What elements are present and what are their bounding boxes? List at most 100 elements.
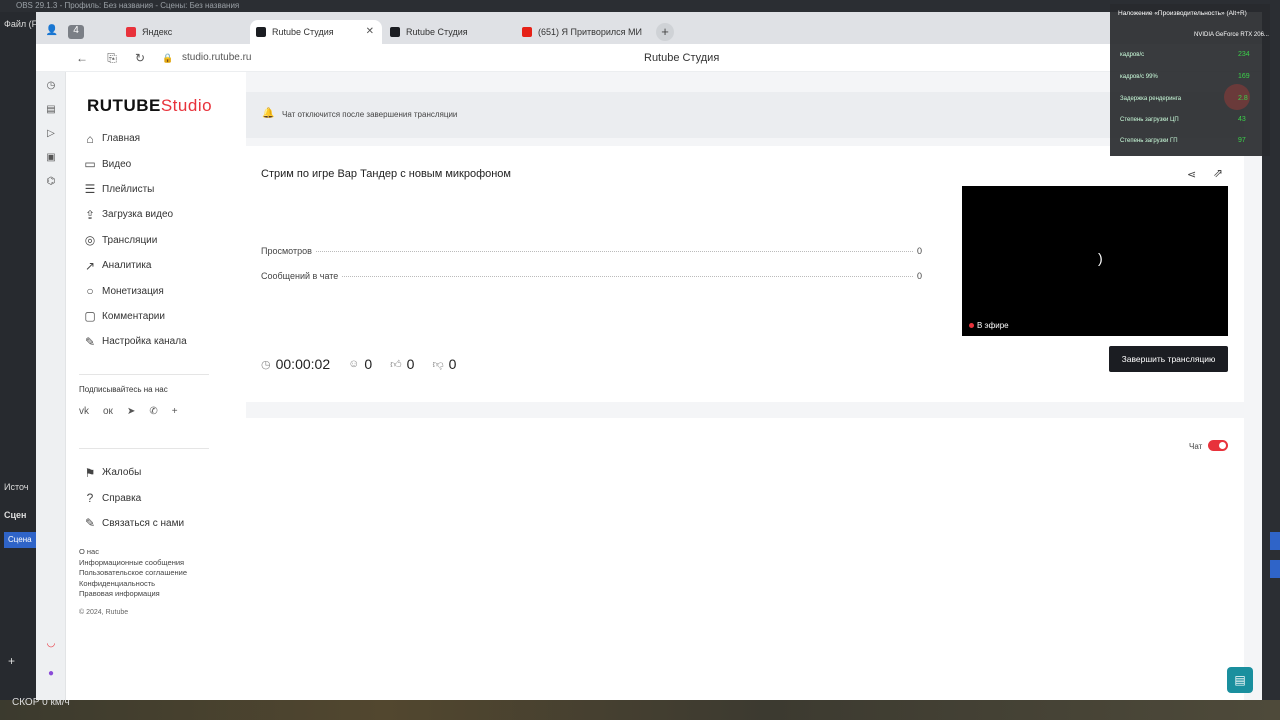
- footer-link[interactable]: Конфиденциальность: [79, 579, 187, 590]
- overlay-metric-label: Степень загрузки ГП: [1120, 138, 1178, 144]
- tab-rutube-studio[interactable]: Rutube Студия: [384, 20, 512, 44]
- sidebar-item-label: Связаться с нами: [102, 517, 185, 529]
- clock-icon: ◷: [261, 358, 271, 371]
- yandex-icon: [126, 27, 136, 37]
- help-icon: ?: [86, 491, 94, 506]
- sidebar-item-upload[interactable]: ⇪ Загрузка видео: [78, 202, 228, 227]
- obs-title-bar: OBS 29.1.3 - Профиль: Без названия - Сце…: [0, 0, 1280, 12]
- chat-notice-text: Чат отключится после завершения трансляц…: [282, 110, 458, 119]
- sidebar-item-video[interactable]: ▭ Видео: [78, 151, 228, 176]
- stat-label: Сообщений в чате: [261, 271, 339, 281]
- vk-icon[interactable]: vk: [79, 406, 89, 417]
- share-icon[interactable]: ⋖: [1187, 168, 1196, 181]
- sidebar-item-channel-settings[interactable]: ✎ Настройка канала: [78, 329, 228, 354]
- sidebar-item-comments[interactable]: ▢ Комментарии: [78, 304, 228, 329]
- sidebar-item-playlists[interactable]: ☰ Плейлисты: [78, 177, 228, 202]
- social-links: vk ок ➤ ✆ +: [79, 406, 178, 417]
- obs-left-panel: [0, 12, 36, 720]
- end-broadcast-button[interactable]: Завершить трансляцию: [1109, 346, 1228, 372]
- viber-icon[interactable]: ✆: [149, 406, 157, 417]
- sidebar-item-home[interactable]: ⌂ Главная: [78, 126, 228, 151]
- tab-rutube-studio-active[interactable]: Rutube Студия ✕: [250, 20, 382, 44]
- chat-toggle[interactable]: [1208, 440, 1228, 451]
- thumbs-down-icon: 👎︎: [432, 358, 444, 371]
- telegram-icon[interactable]: ➤: [127, 406, 135, 417]
- close-icon[interactable]: ✕: [366, 20, 374, 44]
- screenshot-icon[interactable]: ⌬: [44, 176, 58, 190]
- tab-youtube[interactable]: (651) Я Притворился МИ: [516, 20, 648, 44]
- obs-right-blue-marker: [1270, 560, 1280, 578]
- footer-link[interactable]: Пользовательское соглашение: [79, 568, 187, 579]
- overlay-metric-label: кадров/с 99%: [1120, 74, 1158, 80]
- logo-main: RUTUBE: [87, 96, 161, 115]
- viewer-icon: ☺: [348, 358, 360, 370]
- overlay-header: Наложение «Производительность» (Alt+R): [1118, 10, 1247, 17]
- copyright: © 2024, Rutube: [79, 609, 129, 616]
- overlay-gpu-name: NVIDIA GeForce RTX 206...: [1194, 32, 1269, 38]
- obs-menu-file[interactable]: Файл (F): [4, 19, 40, 29]
- stat-leader: [315, 251, 913, 252]
- stat-value: 0: [916, 246, 922, 256]
- alice-icon[interactable]: ◡: [44, 638, 58, 652]
- sidebar-item-broadcasts[interactable]: ◎ Трансляции: [78, 228, 228, 253]
- back-icon[interactable]: ←: [74, 50, 90, 66]
- sidebar-item-help[interactable]: ? Справка: [78, 485, 228, 510]
- sidebar-item-label: Справка: [102, 492, 142, 504]
- sidebar-item-label: Комментарии: [102, 310, 165, 322]
- sidebar-nav: ⌂ Главная ▭ Видео ☰ Плейлисты ⇪ Загрузка вид…: [78, 126, 228, 355]
- apps-icon[interactable]: ▣: [44, 152, 58, 166]
- tab-strip: 👤 4 Яндекс Rutube Студия ✕ Rutube Студия…: [36, 12, 1262, 44]
- overlay-metric-label: Степень загрузки ЦП: [1120, 117, 1179, 123]
- chat-notice: 🔔 Чат отключится после завершения трансл…: [246, 92, 1244, 138]
- obs-right-blue-marker: [1270, 532, 1280, 550]
- obs-sources-label: Источ: [4, 482, 29, 492]
- overlay-metric-label: кадров/с: [1120, 52, 1145, 58]
- external-link-icon[interactable]: ⇗: [1213, 166, 1223, 180]
- sidebar-item-contact[interactable]: ✎ Связаться с нами: [78, 511, 228, 536]
- collections-icon[interactable]: ▤: [44, 104, 58, 118]
- profile-icon[interactable]: 👤: [44, 25, 60, 39]
- stream-title: Стрим по игре Вар Тандер с новым микрофо…: [261, 168, 511, 180]
- sidebar-item-analytics[interactable]: ↗ Аналитика: [78, 253, 228, 278]
- overlay-metric-value: 2.8: [1238, 95, 1248, 102]
- address-bar[interactable]: studio.rutube.ru: [182, 52, 252, 63]
- footer-link[interactable]: О нас: [79, 547, 187, 558]
- obs-add-icon[interactable]: +: [8, 654, 15, 668]
- footer-link[interactable]: Информационные сообщения: [79, 558, 187, 569]
- footer-links: О нас Информационные сообщения Пользоват…: [79, 547, 187, 600]
- tab-group-icon[interactable]: 4: [68, 25, 84, 39]
- sidebar-item-label: Главная: [102, 133, 141, 145]
- home-icon: ⌂: [86, 131, 94, 146]
- overlay-metric-value: 169: [1238, 73, 1250, 80]
- rutube-studio-app: RUTUBEStudio ⌂ Главная ▭ Видео ☰ Плейлисты …: [66, 72, 1262, 700]
- sidebar-item-label: Жалобы: [102, 467, 142, 479]
- new-tab-button[interactable]: +: [656, 23, 674, 41]
- stat-views: Просмотров 0: [261, 246, 922, 256]
- browser-side-panel: ◷ ▤ ▷ ▣ ⌬ ◡ ●: [36, 72, 66, 700]
- video-player[interactable]: ) В эфире: [962, 186, 1228, 336]
- sidebar-divider: [79, 448, 209, 449]
- ok-icon[interactable]: ок: [103, 406, 113, 417]
- sidebar-item-label: Видео: [102, 158, 132, 170]
- obs-scene-item[interactable]: Сцена: [4, 532, 38, 548]
- sidebar-item-label: Аналитика: [102, 260, 152, 272]
- history-icon[interactable]: ◷: [44, 80, 58, 94]
- sidebar-item-monetization[interactable]: ○ Монетизация: [78, 278, 228, 303]
- play-icon[interactable]: ▷: [44, 128, 58, 142]
- thumbs-up-icon: 👍︎: [390, 358, 402, 371]
- sidebar-item-label: Трансляции: [102, 234, 158, 246]
- main-content: 🔔 Чат отключится после завершения трансл…: [246, 72, 1262, 700]
- browser-toolbar: ← ⎘ ↻ 🔒 studio.rutube.ru Rutube Студия: [36, 44, 1262, 72]
- footer-link[interactable]: Правовая информация: [79, 589, 187, 600]
- duration-metric: ◷ 00:00:02: [261, 356, 330, 372]
- rutube-studio-logo[interactable]: RUTUBEStudio: [87, 96, 212, 116]
- assistant-icon[interactable]: ●: [44, 668, 58, 682]
- chat-support-button[interactable]: ▤: [1227, 667, 1253, 693]
- sidebar-item-complaints[interactable]: ⚑ Жалобы: [78, 460, 228, 485]
- plus-icon[interactable]: +: [172, 406, 178, 417]
- bookmark-icon[interactable]: ⎘: [104, 50, 120, 66]
- tab-yandex[interactable]: Яндекс: [120, 20, 248, 44]
- reload-icon[interactable]: ↻: [132, 50, 148, 66]
- tab-label: Яндекс: [142, 27, 173, 37]
- broadcast-icon: ◎: [84, 233, 96, 248]
